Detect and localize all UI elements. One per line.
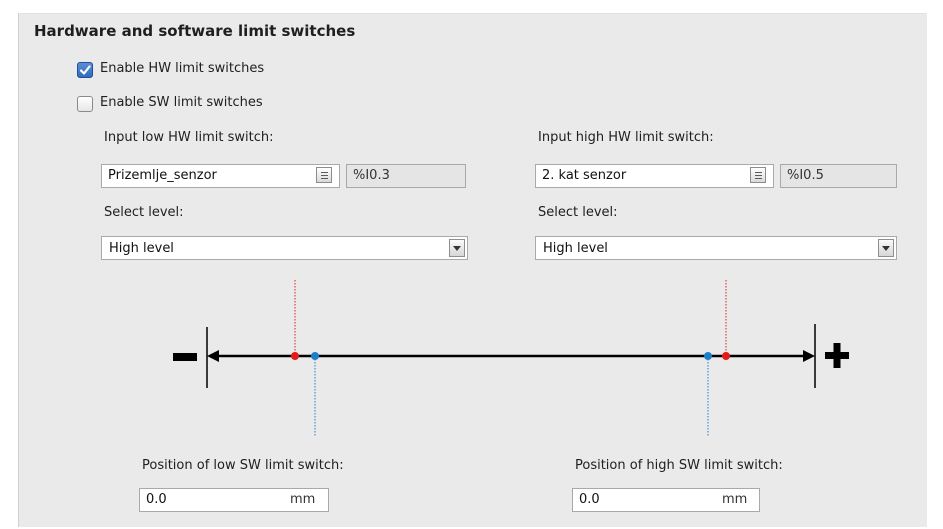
low-sw-marker-dot <box>311 352 319 360</box>
high-hw-marker-dot <box>722 352 730 360</box>
plus-icon <box>825 343 849 368</box>
high-sw-position-value: 0.0 <box>579 492 600 507</box>
high-sw-unit: mm <box>722 492 748 507</box>
minus-icon <box>173 353 197 361</box>
high-sw-marker-dot <box>704 352 712 360</box>
low-sw-unit: mm <box>290 492 316 507</box>
low-sw-position-label: Position of low SW limit switch: <box>142 458 344 473</box>
right-arrow-head <box>803 350 815 362</box>
low-sw-position-value: 0.0 <box>146 492 167 507</box>
high-sw-position-label: Position of high SW limit switch: <box>575 458 783 473</box>
low-hw-marker-dot <box>291 352 299 360</box>
left-arrow-head <box>207 350 219 362</box>
travel-range-diagram <box>173 280 849 436</box>
